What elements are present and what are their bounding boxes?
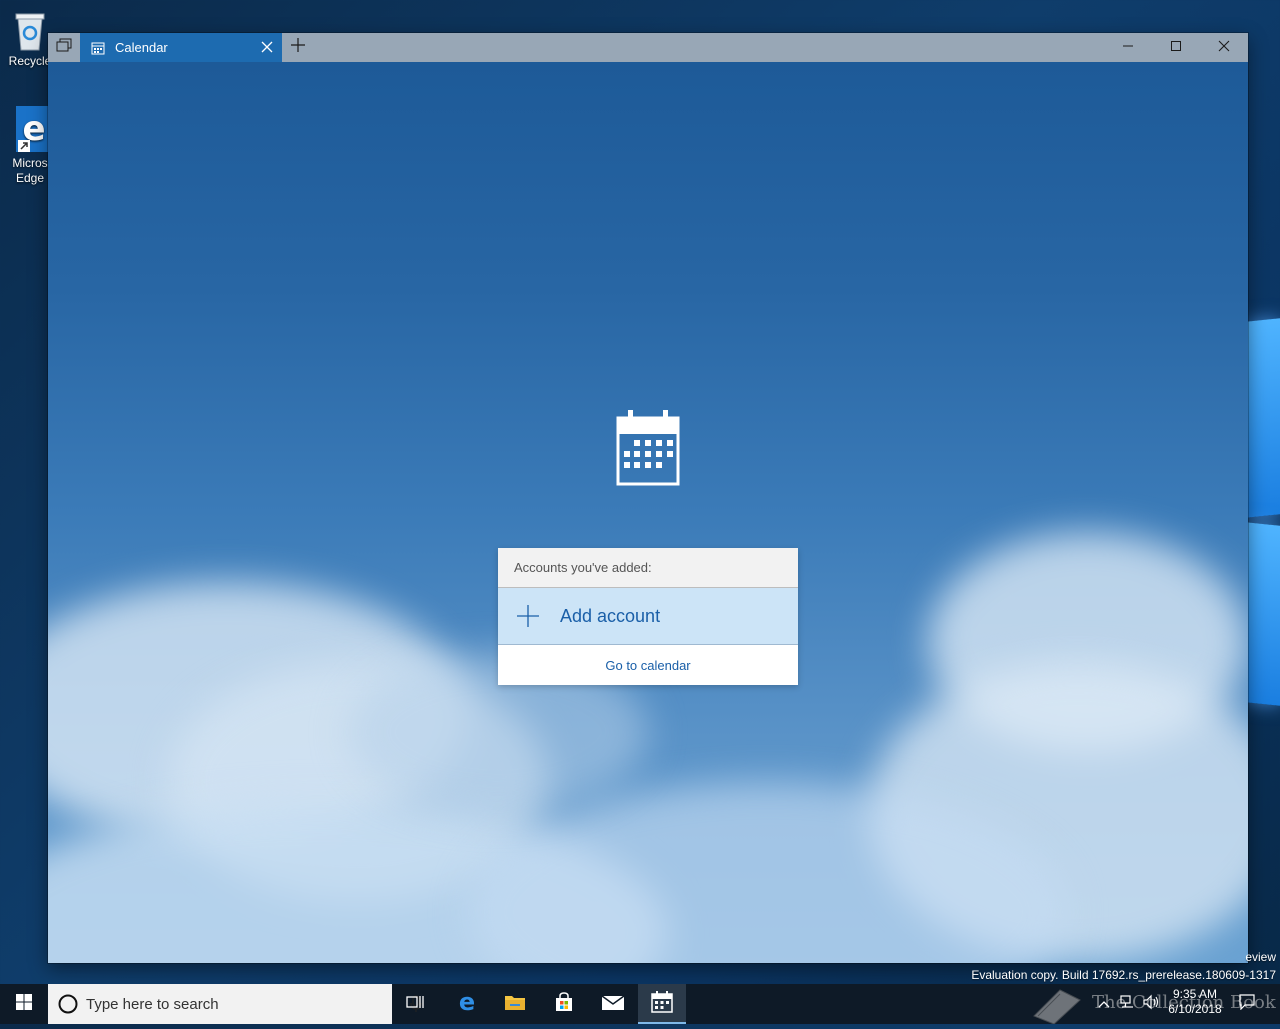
show-hidden-icons-button[interactable] <box>1094 984 1114 1024</box>
mail-icon <box>601 993 625 1016</box>
task-view-button[interactable] <box>392 984 440 1024</box>
taskbar-store[interactable] <box>540 984 588 1024</box>
taskbar: e The Collection Book 9:35 AM 6/10/2018 <box>0 984 1280 1025</box>
calendar-tab-icon <box>91 41 105 55</box>
tab-calendar[interactable]: Calendar <box>80 33 282 62</box>
chevron-up-icon <box>1098 995 1110 1013</box>
speaker-icon <box>1142 994 1160 1015</box>
go-to-calendar-link[interactable]: Go to calendar <box>498 645 798 685</box>
taskbar-clock[interactable]: 9:35 AM 6/10/2018 <box>1160 987 1230 1017</box>
task-view-icon <box>406 994 426 1015</box>
maximize-button[interactable] <box>1152 33 1200 62</box>
minimize-button[interactable] <box>1104 33 1152 62</box>
close-icon <box>1218 39 1230 57</box>
close-window-button[interactable] <box>1200 33 1248 62</box>
taskbar-file-explorer[interactable] <box>491 984 539 1024</box>
new-tab-button[interactable] <box>282 33 314 62</box>
calendar-icon <box>651 990 673 1018</box>
calendar-welcome-background: Accounts you've added: Add account Go to… <box>48 62 1248 963</box>
store-bag-icon <box>554 991 574 1017</box>
tabs-icon <box>56 38 72 57</box>
network-button[interactable] <box>1116 984 1138 1024</box>
add-account-label: Add account <box>560 605 661 626</box>
desktop-icon-label: Recycle <box>8 54 52 68</box>
desktop-icon-label: Micros Edge <box>12 156 48 185</box>
search-input[interactable] <box>86 995 346 1013</box>
taskbar-edge[interactable]: e <box>443 984 491 1024</box>
add-icon <box>516 604 540 628</box>
edge-icon: e <box>10 104 52 154</box>
calendar-window: Calendar Accounts you've added: Add acco… <box>48 33 1248 963</box>
plus-icon <box>291 38 305 57</box>
evaluation-text-line-1: eview <box>1245 950 1276 964</box>
desktop-icon-recycle-bin[interactable]: Recycle <box>6 8 54 69</box>
clock-time: 9:35 AM <box>1172 987 1218 1001</box>
network-icon <box>1119 994 1135 1015</box>
clock-date: 6/10/2018 <box>1168 1002 1222 1016</box>
svg-text:e: e <box>459 991 475 1013</box>
action-center-button[interactable] <box>1234 984 1260 1024</box>
start-button[interactable] <box>0 984 48 1024</box>
add-account-button[interactable]: Add account <box>498 588 798 645</box>
title-bar[interactable]: Calendar <box>48 33 1248 62</box>
maximize-icon <box>1170 39 1182 57</box>
desktop-icon-edge[interactable]: e Micros Edge <box>6 104 54 186</box>
folder-icon <box>504 993 526 1016</box>
tab-label: Calendar <box>115 40 168 55</box>
calendar-app-icon <box>616 410 680 486</box>
edge-icon: e <box>456 988 478 1018</box>
evaluation-text-line-2: Evaluation copy. Build 17692.rs_prerelea… <box>971 968 1276 982</box>
accounts-panel: Accounts you've added: Add account Go to… <box>498 548 798 685</box>
recycle-bin-icon <box>10 8 50 52</box>
accounts-header: Accounts you've added: <box>498 548 798 588</box>
windows-logo-wallpaper <box>1246 312 1280 712</box>
taskbar-search-box[interactable] <box>48 984 422 1024</box>
cortana-icon <box>58 994 78 1014</box>
taskbar-mail[interactable] <box>589 984 637 1024</box>
notification-icon <box>1239 993 1255 1015</box>
minimize-icon <box>1122 39 1134 57</box>
windows-start-icon <box>16 993 32 1015</box>
volume-button[interactable] <box>1140 984 1162 1024</box>
close-tab-icon[interactable] <box>260 40 274 54</box>
taskbar-calendar[interactable] <box>638 984 686 1024</box>
set-aside-tabs-button[interactable] <box>48 33 80 62</box>
